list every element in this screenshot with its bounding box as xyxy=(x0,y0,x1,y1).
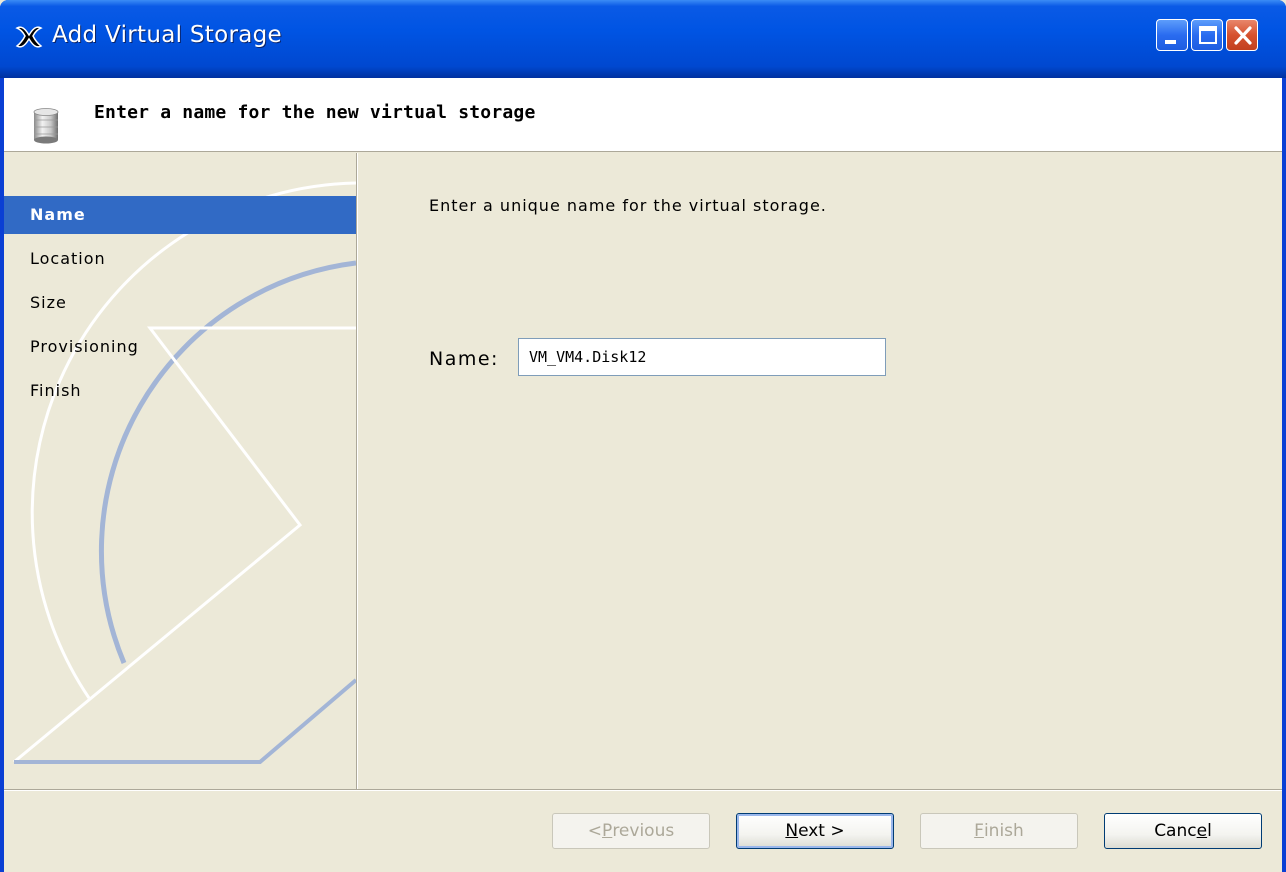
cancel-button-pre: Canc xyxy=(1154,821,1197,841)
next-button-mnemonic: N xyxy=(785,821,799,841)
previous-button-pre: < xyxy=(587,821,603,841)
maximize-icon xyxy=(1199,26,1217,44)
step-location: Location xyxy=(30,249,106,268)
previous-button-post: revious xyxy=(612,821,675,841)
title-bar[interactable]: Add Virtual Storage xyxy=(0,0,1286,78)
finish-button[interactable]: Finish xyxy=(920,813,1078,849)
step-name: Name xyxy=(4,196,356,234)
cancel-button-mnemonic: e xyxy=(1196,821,1208,841)
cancel-button[interactable]: Canc e l xyxy=(1104,813,1262,849)
close-button[interactable] xyxy=(1226,19,1258,51)
dialog-client-area: Enter a name for the new virtual storage… xyxy=(4,78,1282,872)
page-title: Enter a name for the new virtual storage xyxy=(94,102,536,123)
dialog-window: Add Virtual Storage Enter a name for the… xyxy=(0,0,1286,872)
instructions-text: Enter a unique name for the virtual stor… xyxy=(429,196,827,215)
minimize-button[interactable] xyxy=(1156,19,1188,51)
sidebar-divider xyxy=(356,153,358,789)
close-icon xyxy=(1234,26,1252,45)
step-size: Size xyxy=(30,293,67,312)
maximize-button[interactable] xyxy=(1191,19,1223,51)
step-finish: Finish xyxy=(30,381,82,400)
wizard-content: Enter a unique name for the virtual stor… xyxy=(361,153,1282,789)
next-button[interactable]: Next > xyxy=(736,813,894,849)
name-label: Name: xyxy=(429,348,499,370)
previous-button[interactable]: < Previous xyxy=(552,813,710,849)
wizard-steps-sidebar: Name Location Size Provisioning Finish xyxy=(4,153,356,789)
minimize-icon xyxy=(1165,40,1176,44)
window-title: Add Virtual Storage xyxy=(52,22,282,48)
finish-button-post: inish xyxy=(983,821,1024,841)
xen-x-icon xyxy=(15,26,43,48)
footer-divider xyxy=(4,789,1282,791)
name-input[interactable] xyxy=(518,338,886,376)
previous-button-mnemonic: P xyxy=(602,821,613,841)
wizard-header: Enter a name for the new virtual storage xyxy=(4,78,1282,152)
disk-storage-icon xyxy=(33,108,59,144)
next-button-post: ext > xyxy=(798,821,845,841)
finish-button-mnemonic: F xyxy=(974,821,984,841)
step-provisioning: Provisioning xyxy=(30,337,139,356)
cancel-button-post: l xyxy=(1207,821,1212,841)
